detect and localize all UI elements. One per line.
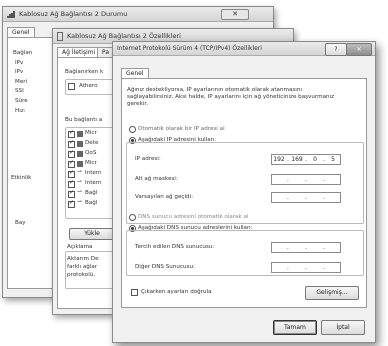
- ip-address-field[interactable]: 192. 169. 0. 5: [271, 154, 341, 165]
- description-line: Aktarım De: [67, 256, 99, 262]
- validate-checkbox[interactable]: [131, 289, 138, 296]
- item-checkbox[interactable]: [68, 189, 75, 198]
- protocol-icon: ⊸: [77, 189, 82, 195]
- adapter-name: Athero: [79, 83, 98, 89]
- tab-ag-iletisimi[interactable]: Ağ İletişimi: [57, 47, 101, 57]
- dns-auto-radio[interactable]: [129, 214, 136, 221]
- items-header: Bu bağlantı a: [65, 117, 103, 123]
- install-button[interactable]: Yükle: [69, 228, 115, 240]
- item-checkbox[interactable]: [68, 159, 75, 168]
- status-close-button[interactable]: ✕: [221, 9, 249, 20]
- tab-genel[interactable]: Genel: [7, 27, 35, 37]
- ipv4-dialog: Internet Protokolü Sürüm 4 (TCP/IPv4) Öz…: [112, 41, 376, 343]
- dns-preferred-label: Tercih edilen DNS sunucusu:: [135, 244, 215, 250]
- protocol-icon: ⊸: [77, 179, 82, 185]
- item-checkbox[interactable]: [68, 179, 75, 188]
- network-service-icon: [77, 151, 83, 157]
- status-label: Bağlan: [13, 50, 33, 56]
- status-label: Hız:: [15, 108, 26, 114]
- item-label: Intern: [85, 170, 102, 176]
- description-line: protokolü.: [67, 272, 96, 278]
- wireless-signal-icon: [7, 10, 15, 18]
- subnet-label: Alt ağ maskesi:: [135, 176, 178, 182]
- item-checkbox[interactable]: [68, 169, 75, 178]
- item-checkbox[interactable]: [68, 129, 75, 138]
- item-checkbox[interactable]: [68, 199, 75, 208]
- item-checkbox[interactable]: [68, 149, 75, 158]
- ipv4-description-line: Ağınız destekliyorsa, IP ayarlarının oto…: [127, 87, 302, 93]
- properties-window-title: Kablosuz Ağ Bağlantısı 2 Özellikleri: [67, 32, 181, 40]
- status-bottom-label: Bay: [15, 220, 26, 226]
- ipv4-description-line: sağlayabilirsiniz. Aksi halde, IP ayarla…: [127, 94, 335, 100]
- dns-auto-label: DNS sunucu adresini otomatik olarak al: [138, 214, 249, 220]
- protocol-icon: ⊸: [77, 169, 82, 175]
- dns-alternate-field[interactable]: ...: [271, 262, 341, 273]
- validate-label: Çıkarken ayarları doğrula: [141, 289, 212, 295]
- ip-octet: 0: [313, 156, 317, 163]
- item-label: Dete: [85, 140, 99, 146]
- ip-octet: 5: [331, 156, 335, 163]
- adapter-icon: [68, 83, 75, 90]
- ip-address-label: IP adresi:: [135, 156, 161, 162]
- network-service-icon: [77, 141, 83, 147]
- item-label: Bağl: [85, 200, 98, 206]
- ipv4-dialog-title: Internet Protokolü Sürüm 4 (TCP/IPv4) Öz…: [117, 45, 262, 52]
- ip-octet: 169: [291, 156, 303, 163]
- close-button[interactable]: ✕: [346, 43, 372, 56]
- ip-auto-radio[interactable]: [129, 126, 136, 133]
- dns-preferred-field[interactable]: ...: [271, 242, 341, 253]
- connect-using-label: Bağlanırken k: [65, 69, 104, 75]
- item-label: Micr: [85, 130, 97, 136]
- network-client-icon: [77, 131, 83, 137]
- ip-auto-label: Otomatik olarak bir IP adresi al: [138, 126, 225, 132]
- subnet-field[interactable]: ...: [271, 174, 341, 185]
- ipv4-description-line: gerekir.: [127, 101, 148, 107]
- item-label: QoS: [85, 150, 97, 156]
- status-label: IPv: [15, 60, 24, 66]
- network-service-icon: [77, 161, 83, 167]
- protocol-icon: ⊸: [77, 199, 82, 205]
- status-label: Meri: [15, 79, 28, 85]
- help-button[interactable]: ?: [325, 43, 347, 56]
- status-window-title: Kablosuz Ağ Bağlantısı 2 Durumu: [19, 10, 128, 18]
- item-label: Intern: [85, 180, 102, 186]
- activity-section-label: Etkinlik: [11, 175, 32, 181]
- tab-genel[interactable]: Genel: [121, 68, 149, 78]
- description-title: Açıklama: [67, 244, 93, 250]
- ok-button[interactable]: Tamam: [273, 320, 317, 335]
- cancel-button[interactable]: İptal: [321, 320, 365, 335]
- status-label: SSI: [15, 88, 24, 94]
- status-label: IPv: [15, 69, 24, 75]
- item-label: Micr: [85, 160, 97, 166]
- item-label: Bağl: [85, 190, 98, 196]
- dns-alternate-label: Diğer DNS Sunucusu:: [135, 264, 195, 270]
- description-line: farklı ağlar: [67, 264, 98, 270]
- ip-octet: 192: [273, 156, 285, 163]
- status-label: Süre: [15, 98, 28, 104]
- advanced-button[interactable]: Gelişmiş...: [305, 286, 359, 300]
- gateway-field[interactable]: ...: [271, 192, 341, 203]
- network-adapter-icon: [57, 31, 63, 41]
- gateway-label: Varsayılan ağ geçidi:: [135, 194, 193, 200]
- item-checkbox[interactable]: [68, 139, 75, 148]
